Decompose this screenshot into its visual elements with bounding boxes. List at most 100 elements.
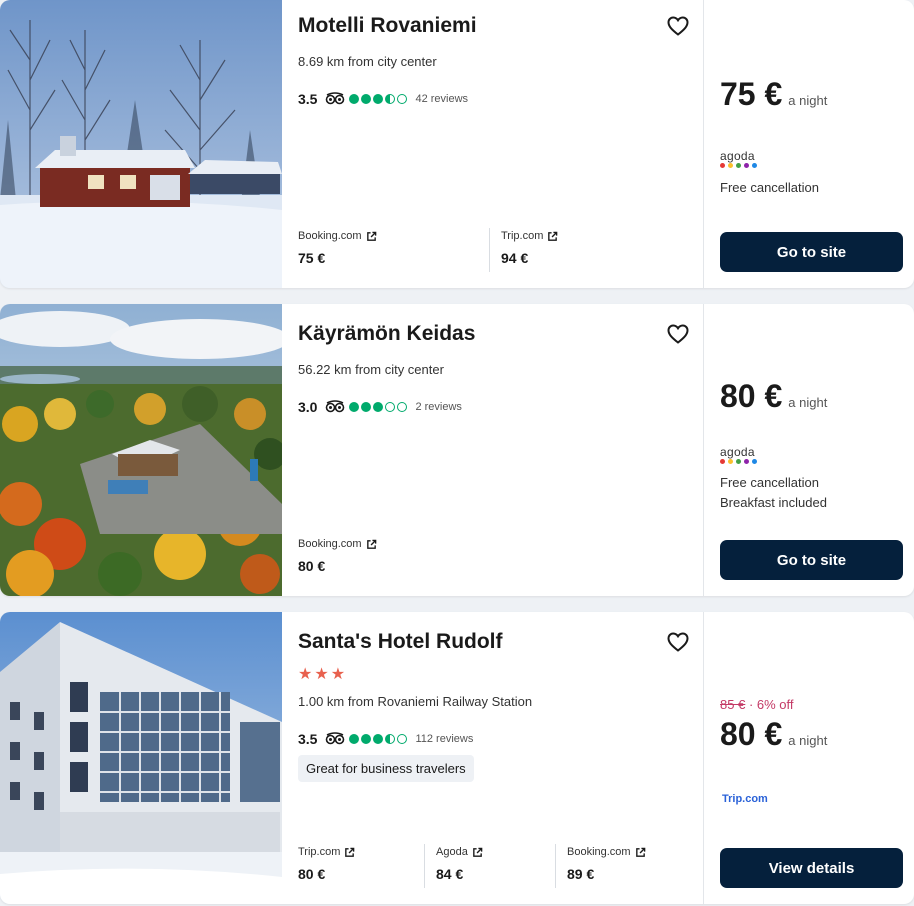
- provider-divider: [555, 844, 556, 888]
- go-to-site-button[interactable]: Go to site: [720, 232, 903, 272]
- rating-bubbles: [349, 402, 408, 412]
- provider-agoda[interactable]: Agoda 84 €: [436, 846, 483, 882]
- tripcom-logo: Trip.com: [722, 793, 768, 805]
- provider-booking[interactable]: Booking.com 89 €: [567, 846, 646, 882]
- rating-bubble: [373, 94, 384, 104]
- rating-bubble: [397, 734, 408, 744]
- rating-row: 3.5 112 reviews: [298, 730, 473, 748]
- hotel-photo[interactable]: [0, 304, 282, 596]
- rating-bubbles: [349, 734, 408, 744]
- rating-bubble: [385, 94, 396, 104]
- provider-tripcom[interactable]: Trip.com 80 €: [298, 846, 355, 882]
- rating-bubble: [349, 734, 360, 744]
- provider-name: Booking.com: [567, 846, 631, 858]
- provider-price: 80 €: [298, 866, 326, 882]
- deal-panel: 80 € a night agoda Free cancellation Bre…: [704, 304, 914, 596]
- review-count[interactable]: 2 reviews: [415, 401, 461, 413]
- deal-panel: 75 € a night agoda Free cancellation Go …: [704, 0, 914, 288]
- hotel-name[interactable]: Santa's Hotel Rudolf: [298, 630, 503, 654]
- provider-name: Trip.com: [298, 846, 341, 858]
- rating-score: 3.5: [298, 731, 318, 747]
- star-icon: ★: [314, 666, 329, 683]
- price-block: 80 € a night: [720, 378, 827, 415]
- rating-bubble: [397, 402, 408, 412]
- hotel-card[interactable]: Santa's Hotel Rudolf ★ ★ ★ 1.00 km from …: [0, 612, 914, 904]
- provider-divider: [489, 228, 490, 272]
- hotel-photo[interactable]: [0, 612, 282, 904]
- nightly-price: 80 €: [720, 378, 783, 414]
- external-link-icon: [366, 539, 376, 549]
- view-details-button[interactable]: View details: [720, 848, 903, 888]
- tripadvisor-owl-icon: [326, 92, 345, 105]
- provider-name: Booking.com: [298, 230, 362, 242]
- heart-outline-icon[interactable]: [666, 630, 690, 654]
- rating-bubble: [349, 94, 360, 104]
- hotel-card[interactable]: Motelli Rovaniemi 8.69 km from city cent…: [0, 0, 914, 288]
- rating-bubble: [373, 402, 384, 412]
- review-count[interactable]: 42 reviews: [415, 93, 468, 105]
- discount-line: 85 € · 6% off: [720, 697, 794, 712]
- provider-price: 75 €: [298, 250, 326, 266]
- provider-divider: [424, 844, 425, 888]
- rating-bubbles: [349, 94, 408, 104]
- per-night-label: a night: [788, 93, 828, 108]
- distance-text: 8.69 km from city center: [298, 54, 437, 69]
- feature-breakfast-included: Breakfast included: [720, 495, 827, 510]
- go-to-site-button[interactable]: Go to site: [720, 540, 903, 580]
- rating-bubble: [361, 734, 372, 744]
- hotel-photo[interactable]: [0, 0, 282, 288]
- discount-percent: · 6% off: [748, 697, 794, 712]
- rating-bubble: [361, 402, 372, 412]
- rating-row: 3.0 2 reviews: [298, 398, 462, 416]
- review-count[interactable]: 112 reviews: [415, 733, 473, 745]
- external-link-icon: [345, 847, 355, 857]
- rating-score: 3.5: [298, 91, 318, 107]
- provider-price: 89 €: [567, 866, 595, 882]
- price-block: 75 € a night: [720, 76, 827, 113]
- hotel-info: Motelli Rovaniemi 8.69 km from city cent…: [282, 0, 703, 288]
- provider-name: Trip.com: [501, 230, 544, 242]
- agoda-logo: agoda: [720, 446, 757, 464]
- heart-outline-icon[interactable]: [666, 322, 690, 346]
- provider-booking[interactable]: Booking.com 75 €: [298, 230, 377, 266]
- feature-free-cancellation: Free cancellation: [720, 475, 819, 490]
- rating-bubble: [385, 402, 396, 412]
- rating-bubble: [397, 94, 408, 104]
- external-link-icon: [635, 847, 645, 857]
- deal-panel: 85 € · 6% off 80 € a night Trip.com View…: [704, 612, 914, 904]
- provider-tripcom[interactable]: Trip.com 94 €: [501, 230, 558, 266]
- star-icon: ★: [330, 666, 346, 683]
- external-link-icon: [366, 231, 376, 241]
- rating-row: 3.5 42 reviews: [298, 90, 468, 108]
- provider-price: 84 €: [436, 866, 464, 882]
- nightly-price: 75 €: [720, 76, 783, 112]
- nightly-price: 80 €: [720, 716, 783, 752]
- external-link-icon: [472, 847, 483, 857]
- hotel-star-rating: ★ ★ ★: [298, 667, 345, 683]
- business-travelers-tag: Great for business travelers: [298, 755, 474, 782]
- price-block: 80 € a night: [720, 716, 827, 753]
- provider-booking[interactable]: Booking.com 80 €: [298, 538, 377, 574]
- per-night-label: a night: [788, 733, 828, 748]
- hotel-info: Santa's Hotel Rudolf ★ ★ ★ 1.00 km from …: [282, 612, 703, 904]
- rating-bubble: [385, 734, 396, 744]
- tripadvisor-owl-icon: [326, 732, 345, 745]
- hotel-name[interactable]: Käyrämön Keidas: [298, 322, 475, 346]
- agoda-logo: agoda: [720, 150, 757, 168]
- hotel-card[interactable]: Käyrämön Keidas 56.22 km from city cente…: [0, 304, 914, 596]
- distance-text: 56.22 km from city center: [298, 362, 444, 377]
- feature-free-cancellation: Free cancellation: [720, 180, 819, 195]
- tripadvisor-owl-icon: [326, 400, 345, 413]
- provider-price: 80 €: [298, 558, 326, 574]
- hotel-info: Käyrämön Keidas 56.22 km from city cente…: [282, 304, 703, 596]
- per-night-label: a night: [788, 395, 828, 410]
- external-link-icon: [548, 231, 558, 241]
- provider-name: Agoda: [436, 846, 468, 858]
- distance-text: 1.00 km from Rovaniemi Railway Station: [298, 694, 533, 709]
- rating-bubble: [373, 734, 384, 744]
- hotel-name[interactable]: Motelli Rovaniemi: [298, 14, 477, 38]
- provider-name: Booking.com: [298, 538, 362, 550]
- rating-score: 3.0: [298, 399, 318, 415]
- provider-price: 94 €: [501, 250, 529, 266]
- heart-outline-icon[interactable]: [666, 14, 690, 38]
